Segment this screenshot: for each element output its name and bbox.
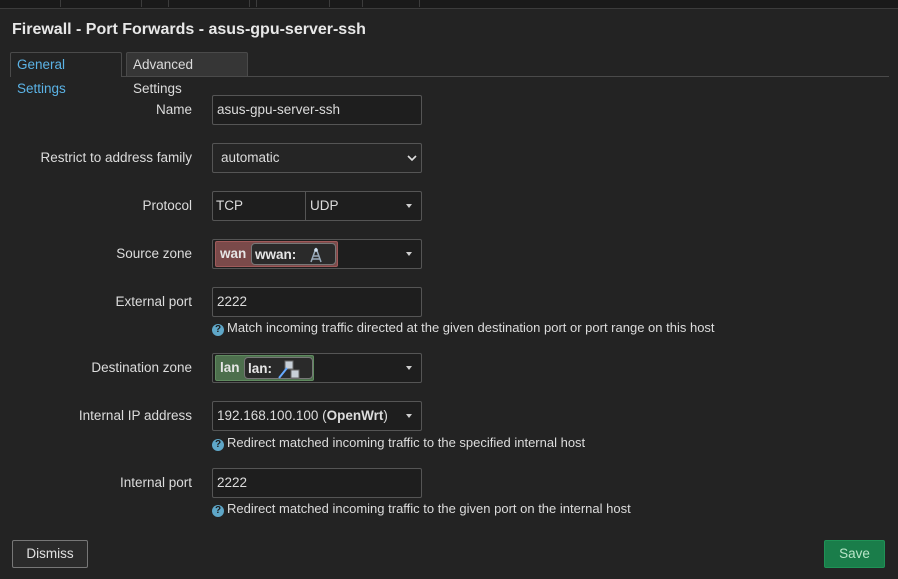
network-name: wwan:	[255, 247, 297, 262]
internal-ip-label: Internal IP address	[78, 408, 192, 423]
network-name: lan:	[248, 361, 273, 376]
dismiss-button[interactable]: Dismiss	[12, 540, 88, 568]
internal-port-label: Internal port	[119, 475, 192, 490]
source-zone-label: Source zone	[116, 246, 192, 261]
destination-zone-dropdown[interactable]: lan lan:	[212, 353, 422, 383]
name-input[interactable]: asus-gpu-server-ssh	[212, 95, 422, 125]
top-tab-strip	[0, 0, 898, 9]
protocol-udp[interactable]: UDP	[310, 192, 339, 220]
network-badge: lan:	[244, 357, 313, 379]
name-label: Name	[155, 102, 192, 117]
internal-ip-value: 192.168.100.100	[217, 408, 319, 423]
top-tab-stub[interactable]	[60, 0, 142, 7]
external-port-help-text: Match incoming traffic directed at the g…	[227, 320, 715, 335]
external-port-label: External port	[115, 294, 192, 309]
dialog-title: Firewall - Port Forwards - asus-gpu-serv…	[12, 21, 366, 38]
chevron-down-icon	[407, 144, 417, 182]
external-port-help: ? Match incoming traffic directed at the …	[212, 320, 715, 336]
tab-bar: General Settings Advanced Settings	[10, 52, 889, 96]
top-tab-stub[interactable]	[168, 0, 250, 7]
tab-general-settings[interactable]: General Settings	[10, 52, 122, 96]
internal-port-help-text: Redirect matched incoming traffic to the…	[227, 501, 631, 516]
help-icon: ?	[212, 505, 224, 517]
family-select[interactable]: automatic	[212, 143, 422, 173]
help-icon: ?	[212, 439, 224, 451]
internal-ip-help: ? Redirect matched incoming traffic to th…	[212, 435, 585, 451]
source-zone-dropdown[interactable]: wan wwan:	[212, 239, 422, 269]
protocol-dropdown[interactable]: TCP UDP	[212, 191, 422, 221]
internal-port-input[interactable]: 2222	[212, 468, 422, 498]
help-icon: ?	[212, 324, 224, 336]
external-port-input[interactable]: 2222	[212, 287, 422, 317]
zone-badge-wan: wan wwan:	[215, 241, 338, 267]
internal-ip-help-text: Redirect matched incoming traffic to the…	[227, 435, 586, 450]
family-select-value: automatic	[221, 150, 280, 165]
family-label: Restrict to address family	[40, 150, 192, 165]
protocol-tcp[interactable]: TCP	[213, 192, 306, 220]
top-tab-stub[interactable]	[362, 0, 420, 7]
zone-name: wan	[220, 246, 247, 261]
zone-badge-lan: lan lan:	[215, 355, 314, 381]
internal-port-help: ? Redirect matched incoming traffic to th…	[212, 501, 631, 517]
top-tab-stub[interactable]	[256, 0, 330, 7]
ethernet-wifi-icon	[277, 360, 300, 379]
internal-ip-dropdown[interactable]: 192.168.100.100 (OpenWrt)	[212, 401, 422, 431]
internal-ip-host: OpenWrt	[326, 408, 384, 423]
tab-advanced-settings[interactable]: Advanced Settings	[126, 52, 248, 96]
network-badge: wwan:	[251, 243, 336, 265]
destination-zone-label: Destination zone	[91, 360, 192, 375]
protocol-label: Protocol	[142, 198, 192, 213]
wireless-antenna-icon	[307, 246, 325, 264]
save-button[interactable]: Save	[824, 540, 885, 568]
